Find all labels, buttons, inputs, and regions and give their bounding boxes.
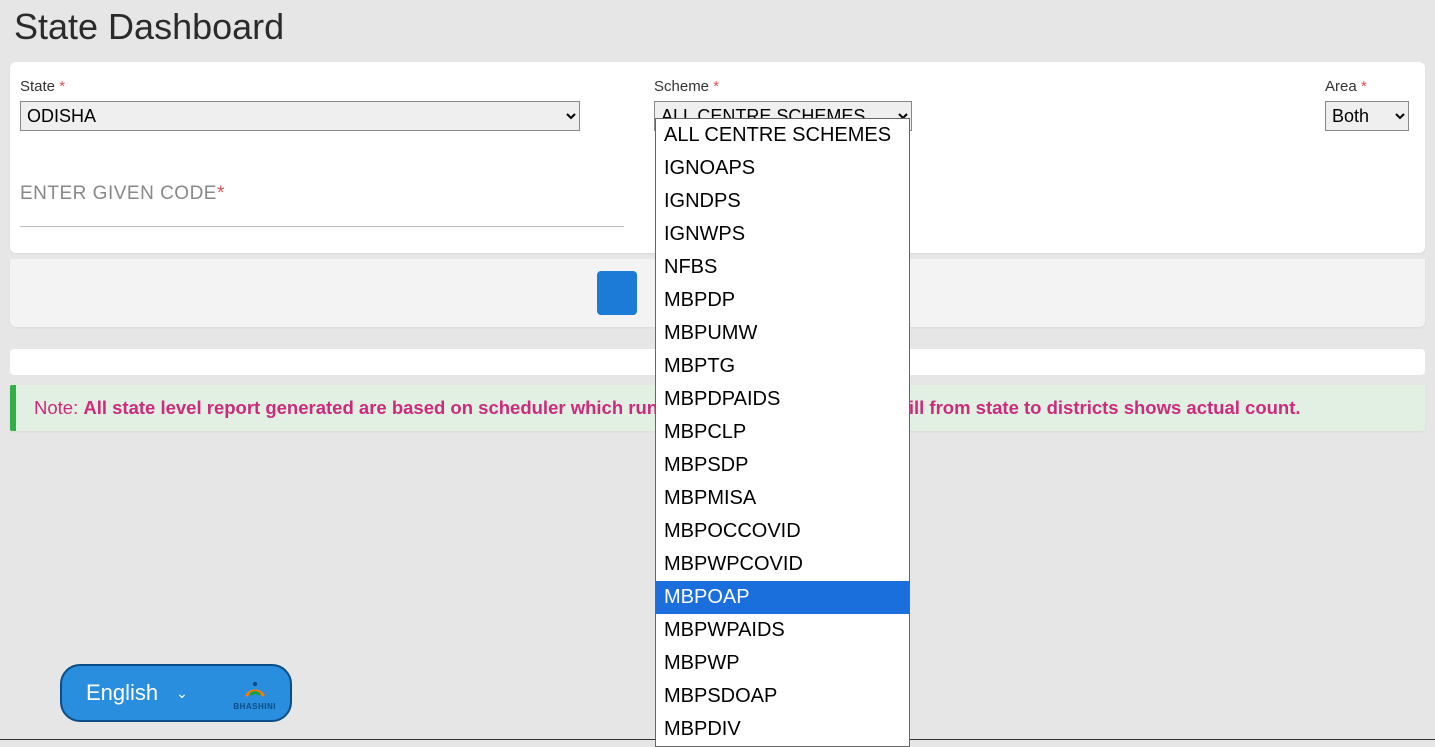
scheme-option[interactable]: NFBS [656,251,909,284]
scheme-option[interactable]: MBPWP [656,647,909,680]
scheme-option[interactable]: MBPOCCOVID [656,515,909,548]
code-label: ENTER GIVEN CODE* [20,183,624,205]
language-widget[interactable]: English ⌄ BHASHINI [60,664,292,722]
scheme-option[interactable]: MBPCLP [656,416,909,449]
scheme-option[interactable]: MBPOAP [656,581,909,614]
state-label: State * [20,78,580,95]
scheme-option[interactable]: IGNOAPS [656,152,909,185]
page-title: State Dashboard [0,0,1435,62]
scheme-option[interactable]: MBPTG [656,350,909,383]
scheme-option[interactable]: MBPMISA [656,482,909,515]
scheme-option[interactable]: MBPWPAIDS [656,614,909,647]
chevron-down-icon: ⌄ [176,685,188,702]
scheme-option[interactable]: ALL CENTRE SCHEMES [656,119,909,152]
submit-button[interactable] [597,271,637,315]
scheme-option[interactable]: IGNDPS [656,185,909,218]
scheme-option[interactable]: MBPDP [656,284,909,317]
bhashini-logo: BHASHINI [233,675,276,711]
scheme-option[interactable]: MBPSDOAP [656,680,909,713]
scheme-label: Scheme * [654,78,912,95]
area-label: Area * [1325,78,1409,95]
language-label: English [86,680,158,706]
code-input[interactable] [20,205,624,227]
scheme-option[interactable]: MBPSDP [656,449,909,482]
scheme-option[interactable]: MBPWPCOVID [656,548,909,581]
area-select[interactable]: Both [1325,101,1409,131]
scheme-option[interactable]: IGNWPS [656,218,909,251]
scheme-option[interactable]: MBPDPAIDS [656,383,909,416]
scheme-option[interactable]: MBPUMW [656,317,909,350]
scheme-option[interactable]: MBPDIV [656,713,909,746]
scheme-dropdown-list[interactable]: ALL CENTRE SCHEMESIGNOAPSIGNDPSIGNWPSNFB… [655,118,910,747]
state-select[interactable]: ODISHA [20,101,580,131]
